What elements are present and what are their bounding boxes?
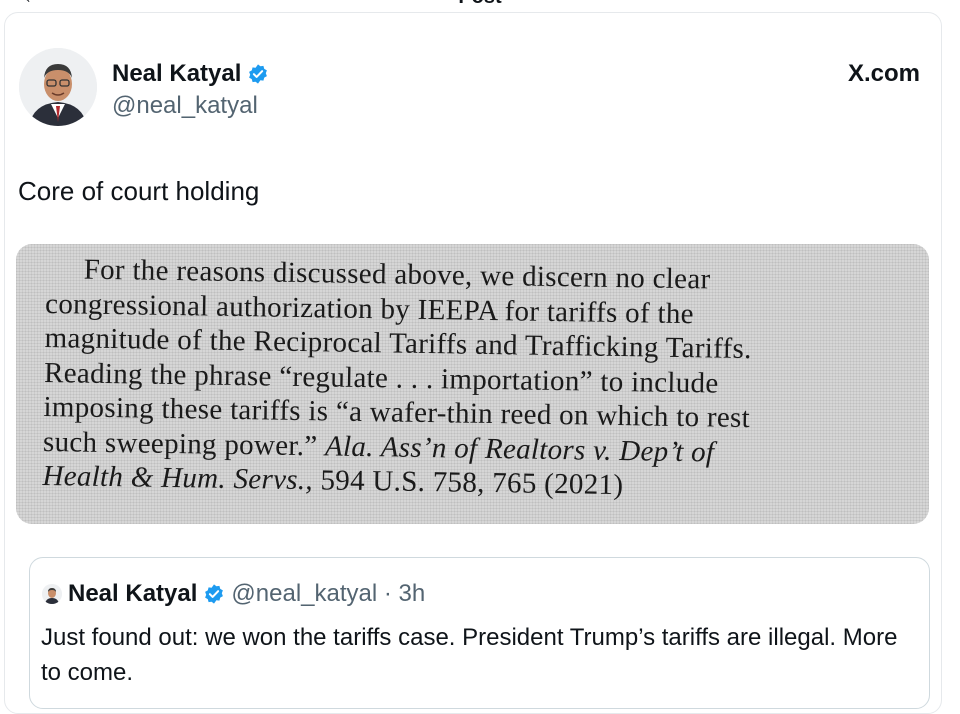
author-handle[interactable]: @neal_katyal — [112, 92, 258, 120]
quoted-avatar — [42, 584, 62, 604]
citation-case-name: Ala. Ass’n of Realtors v. Dep’t of — [324, 429, 715, 469]
author-row: Neal Katyal — [112, 60, 269, 88]
author-name[interactable]: Neal Katyal — [112, 60, 241, 88]
top-bar: ← Post — [0, 0, 960, 8]
avatar-image — [19, 48, 97, 126]
quoted-handle-time: @neal_katyal · 3h — [231, 580, 426, 607]
citation-reporter: 594 U.S. 758, 765 (2021) — [312, 464, 624, 502]
verified-badge-icon — [249, 64, 268, 84]
post-text: Core of court holding — [18, 176, 260, 206]
quoted-post[interactable]: Neal Katyal @neal_katyal · 3h Just found… — [29, 557, 930, 709]
verified-badge-icon — [205, 584, 224, 604]
quoted-post-header: Neal Katyal @neal_katyal · 3h — [42, 580, 425, 608]
page-title: Post — [0, 0, 960, 8]
image-text: For the reasons discussed above, we disc… — [42, 252, 896, 507]
quoted-author-name[interactable]: Neal Katyal — [68, 580, 197, 608]
citation-party: Health & Hum. Servs., — [42, 459, 314, 497]
quoted-post-text: Just found out: we won the tariffs case.… — [41, 624, 898, 686]
post-image[interactable]: For the reasons discussed above, we disc… — [16, 244, 929, 524]
source-label: X.com — [847, 60, 920, 87]
avatar[interactable] — [19, 48, 97, 126]
